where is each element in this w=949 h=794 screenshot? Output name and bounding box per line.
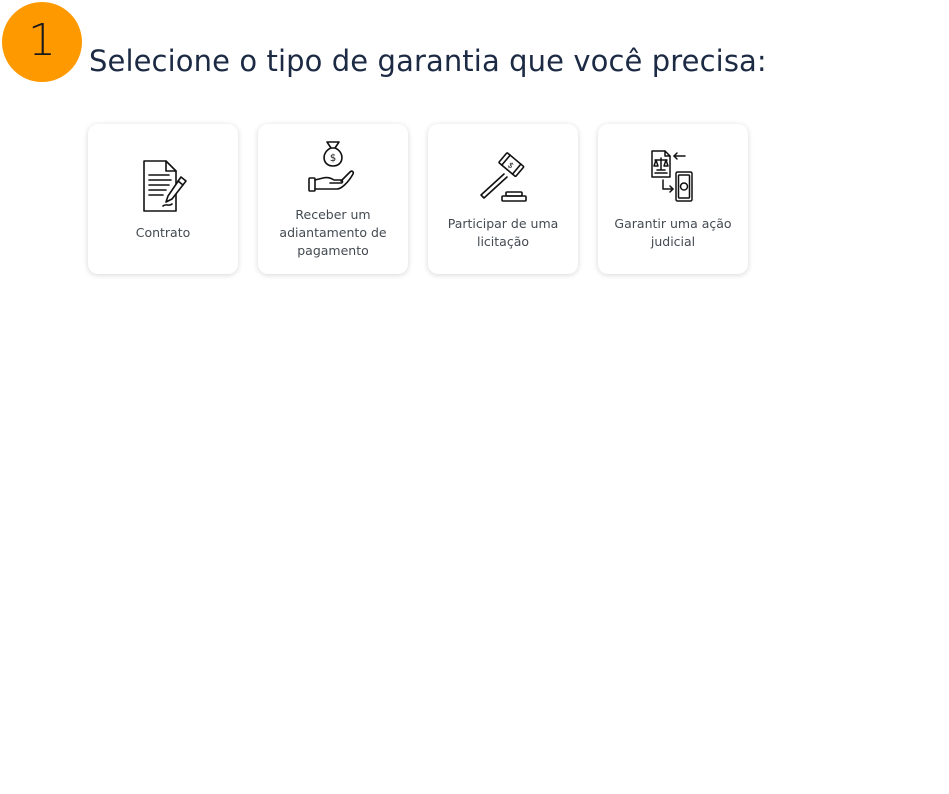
guarantee-type-options: Contrato $ Receber um adiantamento de pa… bbox=[88, 124, 748, 274]
option-card-advance-payment[interactable]: $ Receber um adiantamento de pagamento bbox=[258, 124, 408, 274]
option-label: Participar de uma licitação bbox=[447, 216, 559, 249]
step-badge: 1 bbox=[2, 2, 82, 82]
contract-document-icon bbox=[133, 156, 193, 216]
page-title: Selecione o tipo de garantia que você pr… bbox=[89, 44, 767, 78]
step-number: 1 bbox=[28, 15, 56, 66]
option-card-bidding[interactable]: $ Participar de uma licitação bbox=[428, 124, 578, 274]
option-label: Garantir uma ação judicial bbox=[614, 216, 732, 249]
option-label: Contrato bbox=[135, 225, 191, 240]
svg-text:$: $ bbox=[330, 153, 336, 164]
option-card-judicial-action[interactable]: Garantir uma ação judicial bbox=[598, 124, 748, 274]
money-bag-hand-icon: $ bbox=[303, 138, 363, 198]
option-label: Receber um adiantamento de pagamento bbox=[279, 207, 387, 258]
legal-document-money-icon bbox=[643, 147, 703, 207]
option-card-contract[interactable]: Contrato bbox=[88, 124, 238, 274]
auction-gavel-icon: $ bbox=[473, 147, 533, 207]
